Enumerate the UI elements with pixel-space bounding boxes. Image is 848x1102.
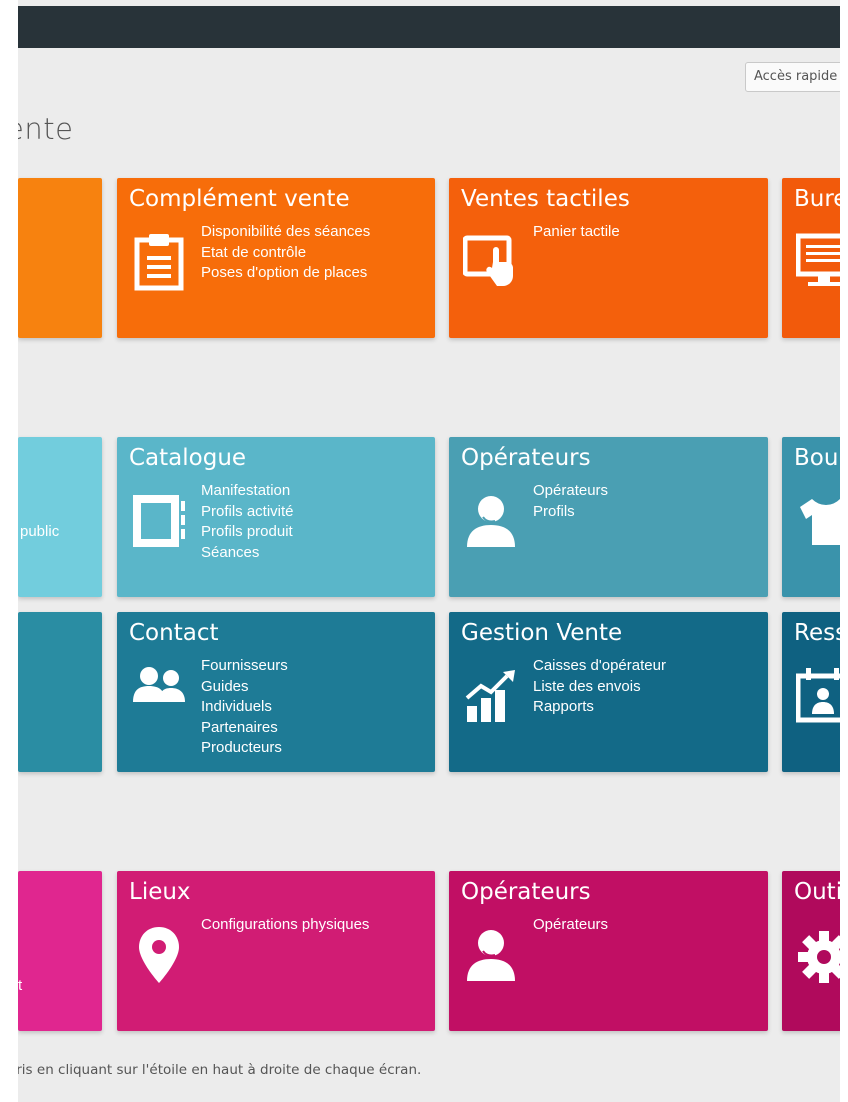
tile-link-profils[interactable]: Profils <box>533 502 608 523</box>
tile-link-profils-activite[interactable]: Profils activité <box>201 502 294 523</box>
tile-sales-partial[interactable] <box>18 178 102 338</box>
tile-link-fournisseurs[interactable]: Fournisseurs <box>201 656 288 677</box>
growth-chart-icon <box>465 670 515 722</box>
gear-icon <box>798 931 840 983</box>
tile-lieux[interactable]: Lieux Configurations physiques <box>117 871 435 1031</box>
tile-bureau-partial[interactable]: Bure <box>782 178 840 338</box>
catalog-icon <box>133 495 185 547</box>
tile-public-partial[interactable]: public <box>18 437 102 597</box>
tile-operateurs[interactable]: Opérateurs Opérateurs Profils <box>449 437 768 597</box>
tile-outils-partial[interactable]: Outi <box>782 871 840 1031</box>
tile-link-poses-option[interactable]: Poses d'option de places <box>201 263 370 284</box>
tile-row4-partial[interactable]: t <box>18 871 102 1031</box>
location-pin-icon <box>139 927 179 983</box>
tile-link-manifestation[interactable]: Manifestation <box>201 481 294 502</box>
tile-link-individuels[interactable]: Individuels <box>201 697 288 718</box>
people-icon <box>133 667 185 702</box>
tile-gestion-vente[interactable]: Gestion Vente Caisses d'opérateur Liste … <box>449 612 768 772</box>
tile-ressources-partial[interactable]: Ress <box>782 612 840 772</box>
tile-title: Catalogue <box>129 445 247 471</box>
tshirt-icon <box>800 499 840 545</box>
tile-title: Opérateurs <box>461 445 591 471</box>
tile-boutique-partial[interactable]: Bou <box>782 437 840 597</box>
tile-link-rapports[interactable]: Rapports <box>533 697 666 718</box>
tile-title: Lieux <box>129 879 191 905</box>
tile-partial-label: t <box>18 977 23 994</box>
tile-link-list: Fournisseurs Guides Individuels Partenai… <box>201 656 288 759</box>
tile-link-list: Opérateurs Profils <box>533 481 608 522</box>
tile-link-list: Configurations physiques <box>201 915 369 936</box>
tile-title: Outi <box>794 879 840 905</box>
viewport: Accès rapide ente Complément vente Dispo… <box>18 0 840 1102</box>
tile-title: Contact <box>129 620 219 646</box>
tile-link-etat-controle[interactable]: Etat de contrôle <box>201 243 370 264</box>
tile-ventes-tactiles[interactable]: Ventes tactiles Panier tactile <box>449 178 768 338</box>
tile-link-liste-envois[interactable]: Liste des envois <box>533 677 666 698</box>
tile-catalogue[interactable]: Catalogue Manifestation Profils activité… <box>117 437 435 597</box>
tile-title: Bou <box>794 445 839 471</box>
tile-complement-vente[interactable]: Complément vente Disponibilité des séanc… <box>117 178 435 338</box>
tile-contact[interactable]: Contact Fournisseurs Guides Individuels … <box>117 612 435 772</box>
tile-partial-label: public <box>20 523 60 540</box>
operator-headset-icon <box>467 930 515 981</box>
tile-link-partenaires[interactable]: Partenaires <box>201 718 288 739</box>
tile-link-guides[interactable]: Guides <box>201 677 288 698</box>
tile-link-producteurs[interactable]: Producteurs <box>201 738 288 759</box>
calendar-person-icon <box>796 668 840 723</box>
tile-link-disponibilite-seances[interactable]: Disponibilité des séances <box>201 222 370 243</box>
tile-title: Complément vente <box>129 186 350 212</box>
tile-link-profils-produit[interactable]: Profils produit <box>201 522 294 543</box>
tile-link-seances[interactable]: Séances <box>201 543 294 564</box>
tile-link-caisses-operateur[interactable]: Caisses d'opérateur <box>533 656 666 677</box>
tile-title: Gestion Vente <box>461 620 623 646</box>
tile-title: Ventes tactiles <box>461 186 630 212</box>
footer-hint-text: oris en cliquant sur l'étoile en haut à … <box>18 1062 422 1078</box>
tile-link-operateurs[interactable]: Opérateurs <box>533 481 608 502</box>
touch-screen-icon <box>463 235 513 286</box>
tile-link-list: Manifestation Profils activité Profils p… <box>201 481 294 563</box>
top-navigation-bar <box>18 6 840 48</box>
page-title: ente <box>18 112 74 146</box>
tile-link-list: Opérateurs <box>533 915 608 936</box>
operator-headset-icon <box>467 496 515 547</box>
tile-title: Opérateurs <box>461 879 591 905</box>
tile-link-panier-tactile[interactable]: Panier tactile <box>533 222 620 243</box>
tile-link-list: Panier tactile <box>533 222 620 243</box>
quick-access-input[interactable]: Accès rapide <box>745 62 840 92</box>
tile-title: Ress <box>794 620 840 646</box>
monitor-icon <box>796 233 840 286</box>
tile-link-list: Disponibilité des séances Etat de contrô… <box>201 222 370 284</box>
tile-row3-partial[interactable] <box>18 612 102 772</box>
tile-link-list: Caisses d'opérateur Liste des envois Rap… <box>533 656 666 718</box>
tile-link-configurations-physiques[interactable]: Configurations physiques <box>201 915 369 936</box>
clipboard-icon <box>134 234 184 291</box>
tile-link-operateurs[interactable]: Opérateurs <box>533 915 608 936</box>
tile-operateurs-2[interactable]: Opérateurs Opérateurs <box>449 871 768 1031</box>
tile-title: Bure <box>794 186 840 212</box>
